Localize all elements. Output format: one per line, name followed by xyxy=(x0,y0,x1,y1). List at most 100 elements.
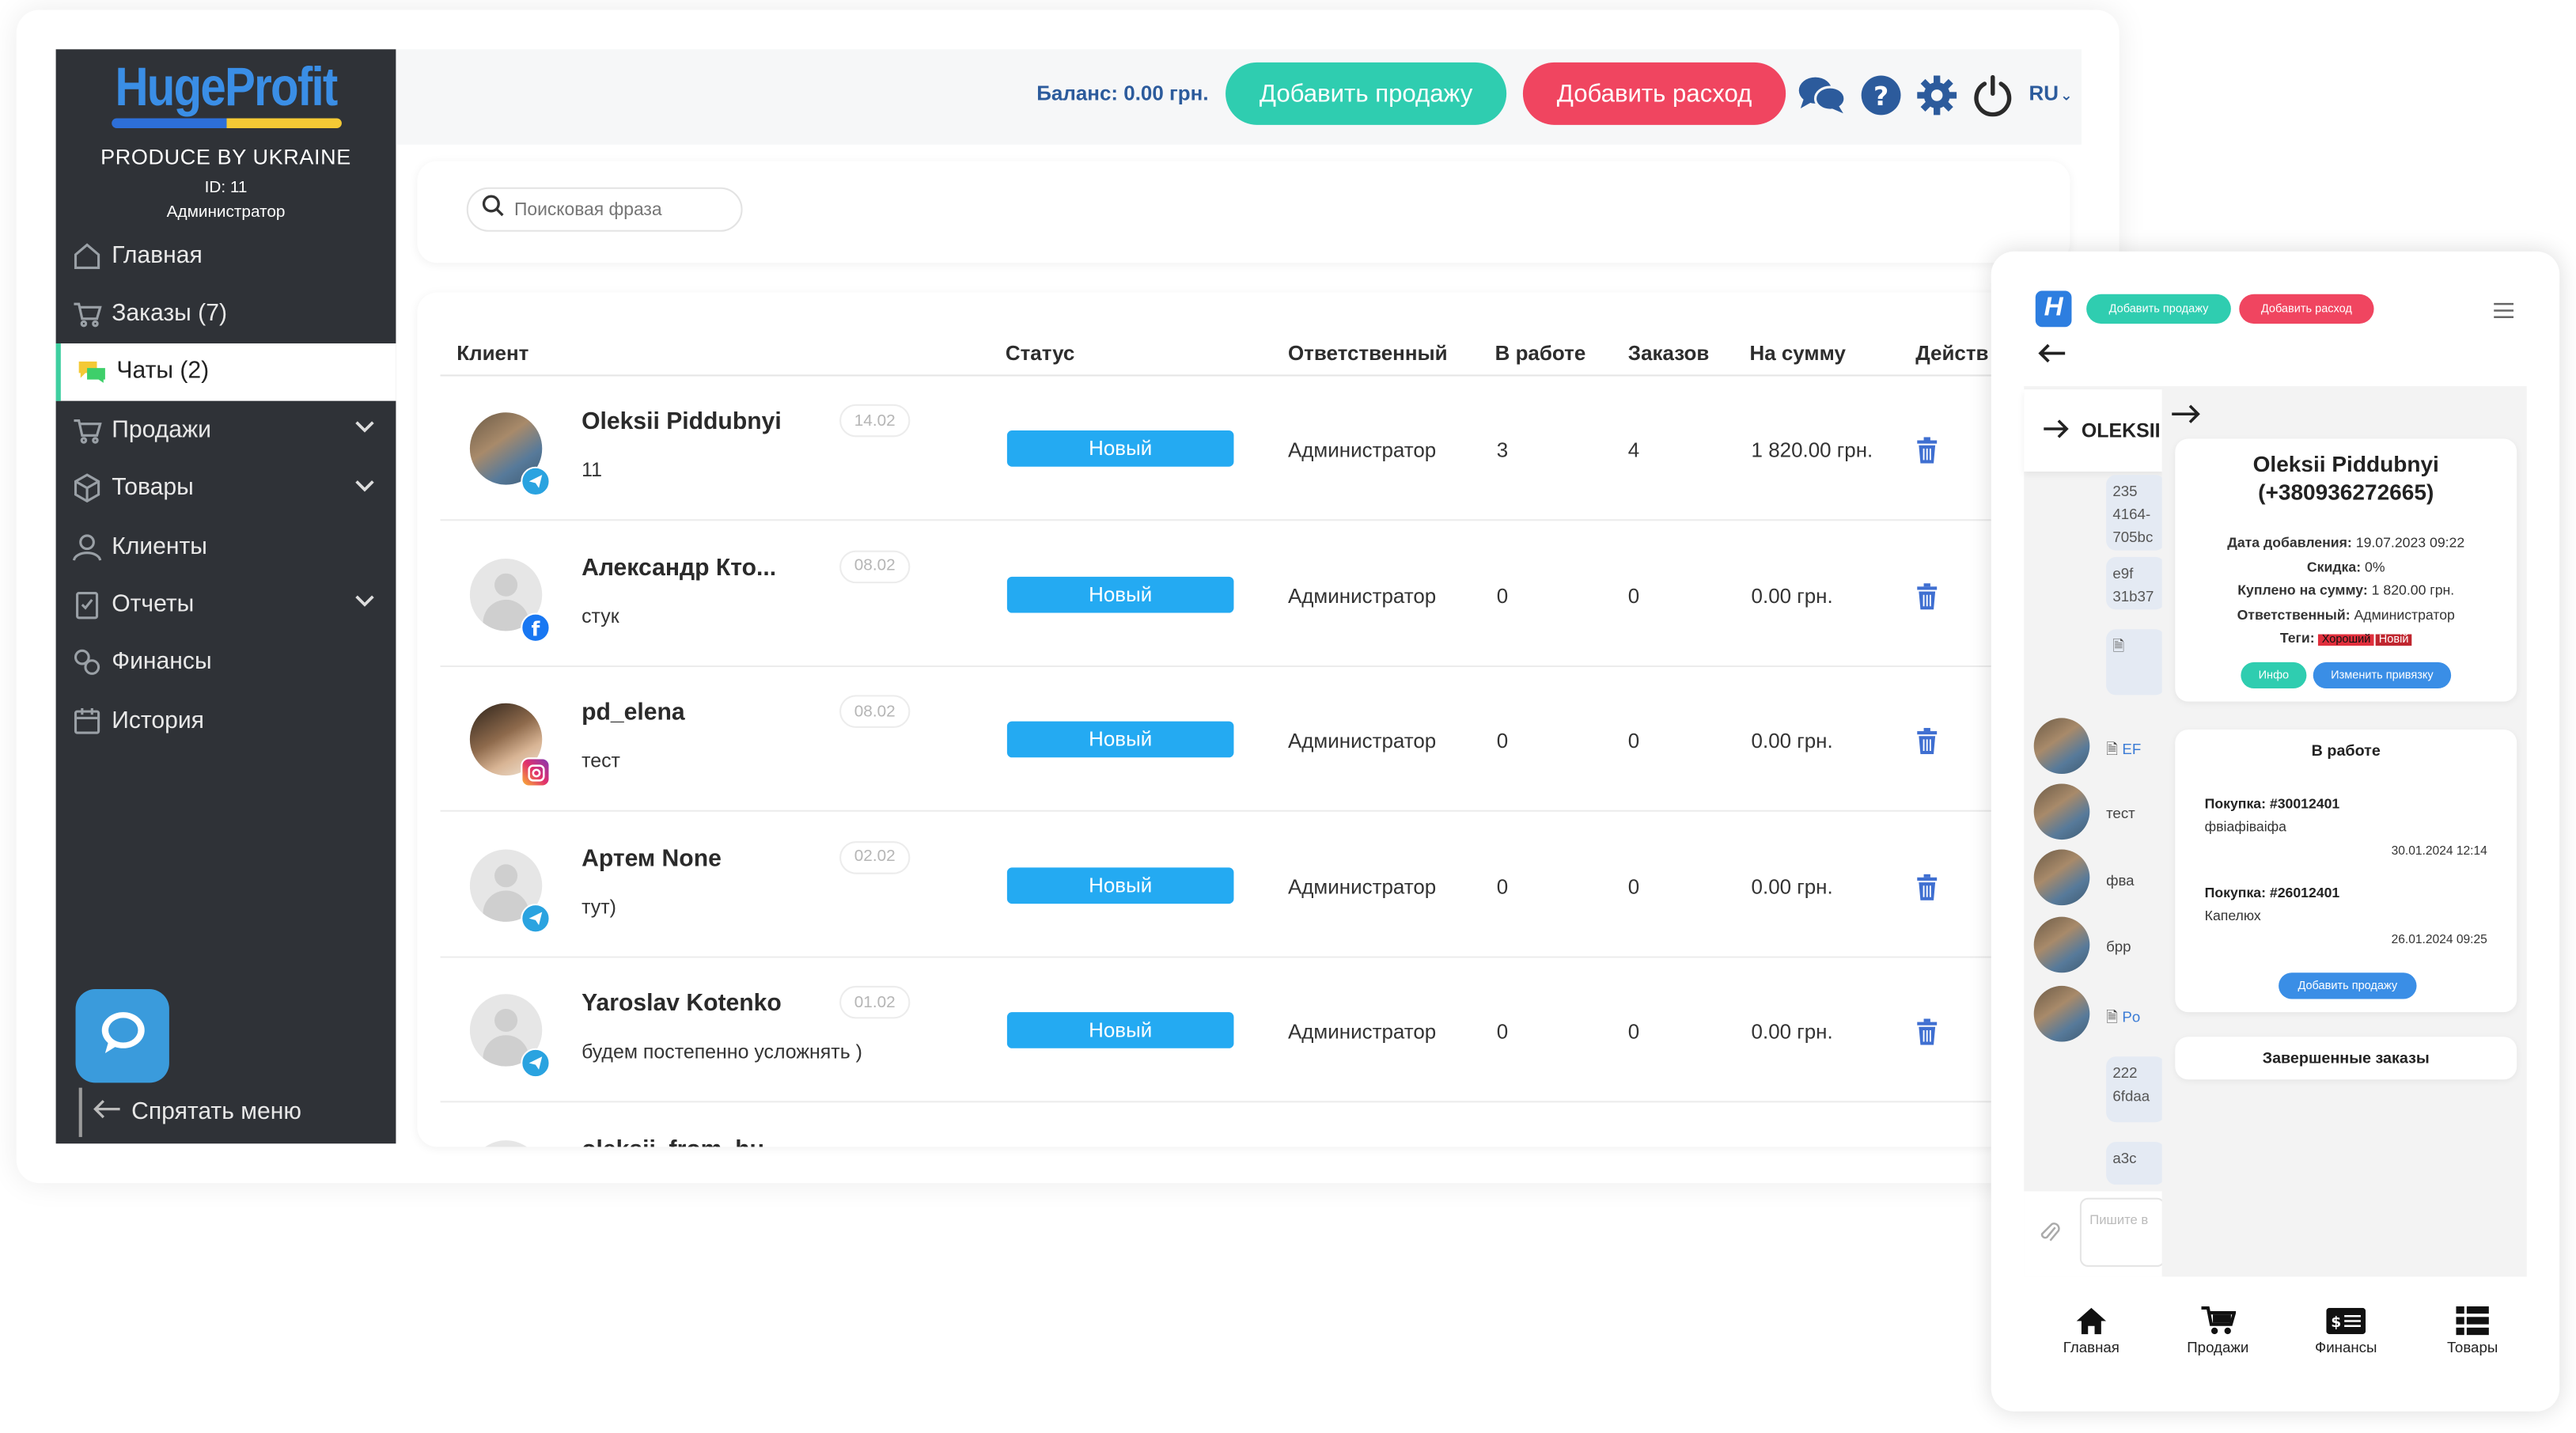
message-date: 01.02 xyxy=(839,985,911,1019)
sidebar-item-clients[interactable]: Клиенты xyxy=(56,517,396,575)
sidebar-item-products[interactable]: Товары xyxy=(56,460,396,517)
hamburger-menu-icon[interactable] xyxy=(2494,298,2514,319)
table-row[interactable]: pd_elena тест 08.02 Новый Администратор … xyxy=(440,667,2051,812)
client-name[interactable]: Александр Кто... xyxy=(581,555,776,581)
image-message[interactable]: e9f 31b37 xyxy=(2106,556,2165,610)
add-sale-button[interactable]: Добавить продажу xyxy=(1225,62,1507,125)
mobile-add-sale-button[interactable]: Добавить продажу xyxy=(2086,294,2231,324)
column-header-sum[interactable]: На сумму xyxy=(1749,342,1845,365)
telegram-icon xyxy=(521,466,551,497)
message-input[interactable]: Пишите в xyxy=(2079,1197,2165,1267)
nav-tab-products[interactable]: Товары xyxy=(2423,1303,2522,1355)
search-box[interactable] xyxy=(466,187,743,232)
table-row[interactable]: oleksii_from_hu... xyxy=(441,1103,2051,1147)
mobile-logo[interactable]: H xyxy=(2035,290,2072,328)
chevron-down-icon[interactable] xyxy=(353,416,376,445)
sidebar-item-history[interactable]: История xyxy=(56,692,396,749)
file-message[interactable]: 🗎 xyxy=(2106,629,2165,696)
purchase-title[interactable]: Покупка: #26012401 xyxy=(2205,884,2340,900)
completed-orders-card[interactable]: Завершенные заказы xyxy=(2175,1037,2517,1080)
status-badge[interactable]: Новый xyxy=(1006,1012,1234,1048)
sidebar-item-label: Клиенты xyxy=(112,533,207,560)
mobile-add-expense-button[interactable]: Добавить расход xyxy=(2239,294,2374,324)
sidebar-item-reports[interactable]: Отчеты xyxy=(56,575,396,633)
add-sale-button[interactable]: Добавить продажу xyxy=(2279,972,2417,999)
orders-sum: 0.00 грн. xyxy=(1751,1020,1833,1044)
info-button[interactable]: Инфо xyxy=(2241,662,2307,689)
last-message: будем постепенно усложнять ) xyxy=(581,1040,862,1063)
column-header-client[interactable]: Клиент xyxy=(456,342,528,365)
arrow-right-icon[interactable] xyxy=(2172,403,2201,434)
trash-icon[interactable] xyxy=(1915,1018,1938,1045)
mobile-bottom-nav: Главная Продажи $ Финансы Товары xyxy=(1991,1296,2559,1382)
column-header-responsible[interactable]: Ответственный xyxy=(1288,342,1448,365)
help-icon[interactable]: ? xyxy=(1856,70,1905,119)
add-expense-button[interactable]: Добавить расход xyxy=(1522,62,1786,125)
chevron-down-icon[interactable] xyxy=(353,590,376,620)
column-header-orders[interactable]: Заказов xyxy=(1628,342,1710,365)
sidebar-item-chats[interactable]: Чаты (2) xyxy=(55,343,396,402)
svg-text:?: ? xyxy=(1873,81,1888,112)
client-name[interactable]: Артем None xyxy=(581,845,722,871)
paperclip-icon[interactable] xyxy=(2040,1221,2060,1252)
avatar xyxy=(2033,916,2090,973)
message-date: 08.02 xyxy=(839,549,911,583)
bubble-text: 6fdaa xyxy=(2112,1087,2150,1105)
table-row[interactable]: Oleksii Piddubnyi 11 14.02 Новый Админис… xyxy=(440,377,2051,521)
responsible: Администратор xyxy=(1287,1020,1437,1044)
user-icon xyxy=(70,530,104,563)
purchase-desc: фвіафіваіфа xyxy=(2204,818,2287,835)
sidebar-item-sales[interactable]: Продажи xyxy=(56,401,396,459)
hide-menu-button[interactable]: Спрятать меню xyxy=(78,1087,301,1137)
chat-widget-button[interactable] xyxy=(75,989,169,1083)
table-row[interactable]: Артем None тут) 02.02 Новый Администрато… xyxy=(440,813,2051,957)
trash-icon[interactable] xyxy=(1915,727,1938,755)
column-header-status[interactable]: Статус xyxy=(1006,342,1075,365)
status-badge[interactable]: Новый xyxy=(1006,721,1234,758)
sidebar-item-orders[interactable]: Заказы (7) xyxy=(56,285,396,343)
trash-icon[interactable] xyxy=(1915,582,1938,609)
status-badge[interactable]: Новый xyxy=(1006,575,1234,612)
client-name[interactable]: Oleksii Piddubnyi xyxy=(581,409,782,435)
sidebar-menu: Главная Заказы (7) Чаты (2) Продажи Това… xyxy=(55,227,396,750)
orders-sum: 0.00 грн. xyxy=(1751,584,1833,608)
nav-tab-home[interactable]: Главная xyxy=(2042,1303,2141,1355)
image-message[interactable]: 222 6fdaa xyxy=(2106,1056,2165,1123)
trash-icon[interactable] xyxy=(1915,873,1938,900)
client-name[interactable]: Yaroslav Kotenko xyxy=(581,991,782,1017)
in-work-title: В работе xyxy=(2311,742,2381,761)
image-message[interactable]: a3c xyxy=(2106,1142,2165,1185)
column-header-in-work[interactable]: В работе xyxy=(1495,342,1586,365)
language-select[interactable]: RU ⌄ xyxy=(2029,82,2072,105)
nav-tab-sales[interactable]: Продажи xyxy=(2169,1303,2267,1355)
tag-badge[interactable]: Хороший xyxy=(2318,635,2374,646)
client-name[interactable]: pd_elena xyxy=(581,700,685,726)
nav-tab-label: Финансы xyxy=(2314,1339,2377,1356)
gear-icon[interactable] xyxy=(1912,70,1961,119)
change-binding-button[interactable]: Изменить привязку xyxy=(2313,662,2452,689)
logo[interactable]: HugeProfit xyxy=(81,56,370,119)
table-row[interactable]: f Александр Кто... стук 08.02 Новый Адми… xyxy=(440,521,2051,667)
search-input[interactable] xyxy=(513,199,728,220)
chat-header[interactable]: OLEKSII xyxy=(2024,389,2164,472)
purchase-title[interactable]: Покупка: #30012401 xyxy=(2205,795,2340,812)
sidebar-item-finance[interactable]: Финансы xyxy=(56,634,396,692)
avatar xyxy=(2033,849,2090,906)
chevron-down-icon[interactable] xyxy=(353,474,376,503)
chats-icon[interactable] xyxy=(1798,70,1847,119)
nav-tab-finance[interactable]: $ Финансы xyxy=(2297,1303,2396,1355)
power-icon[interactable] xyxy=(1968,70,2017,119)
client-name[interactable]: oleksii_from_hu... xyxy=(581,1136,784,1147)
box-icon xyxy=(70,472,104,505)
sidebar-item-home[interactable]: Главная xyxy=(56,227,396,285)
status-badge[interactable]: Новый xyxy=(1006,866,1234,904)
trash-icon[interactable] xyxy=(1915,437,1938,464)
status-badge[interactable]: Новый xyxy=(1006,430,1234,467)
bubble-text: 31b37 xyxy=(2112,588,2154,605)
table-row[interactable]: Yaroslav Kotenko будем постепенно усложн… xyxy=(440,958,2051,1103)
chat-bubble-icon xyxy=(98,1009,147,1063)
back-arrow-icon[interactable] xyxy=(2037,342,2066,373)
image-message[interactable]: 235 4164- 705bc xyxy=(2106,475,2165,551)
tag-badge[interactable]: Новій xyxy=(2375,635,2412,646)
list-icon xyxy=(2423,1303,2522,1340)
